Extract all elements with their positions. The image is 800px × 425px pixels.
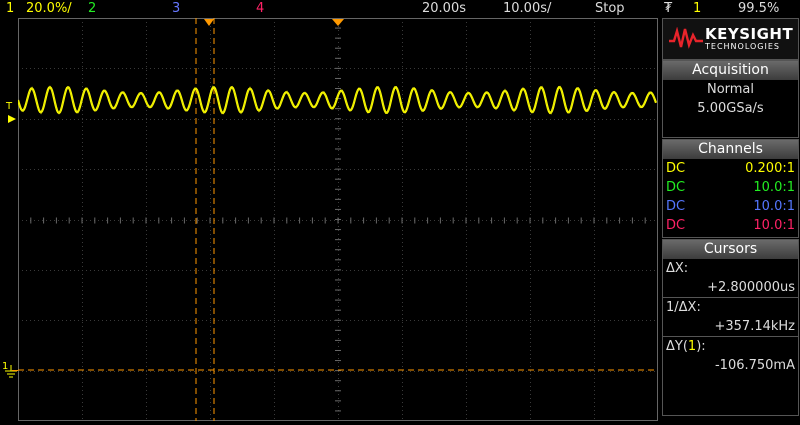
- cursor-dx-value-row: +2.800000us: [663, 278, 798, 297]
- cursor-dy-label-suffix: ):: [696, 339, 706, 354]
- cursor-dy-channel: 1: [687, 339, 697, 354]
- channel-probe-ratio: 0.200:1: [745, 161, 795, 176]
- channel-probe-ratio: 10.0:1: [753, 218, 795, 233]
- acquisition-rate: 5.00GSa/s: [697, 101, 764, 116]
- cursor-inv-value-row: +357.14kHz: [663, 317, 798, 336]
- channel-coupling: DC: [666, 199, 686, 214]
- time-delay[interactable]: 20.00s: [422, 1, 466, 17]
- brand-name: KEYSIGHT: [705, 25, 794, 43]
- channel-coupling: DC: [666, 180, 686, 195]
- trigger-level-marker[interactable]: T: [6, 102, 12, 112]
- channel-row-4[interactable]: DC 10.0:1: [663, 216, 798, 235]
- cursor-inv-dx-value: +357.14kHz: [714, 319, 795, 334]
- channel-row-1[interactable]: DC 0.200:1: [663, 159, 798, 178]
- channel-3-number[interactable]: 3: [172, 1, 180, 17]
- trigger-level[interactable]: 99.5%: [738, 1, 779, 17]
- cursor-y1-stub: [12, 370, 18, 371]
- acquisition-mode: Normal: [706, 82, 755, 97]
- run-state[interactable]: Stop: [595, 1, 625, 17]
- cursors-section[interactable]: Cursors ΔX: +2.800000us 1/ΔX: +357.14kHz…: [662, 239, 799, 416]
- channels-header[interactable]: Channels: [663, 140, 798, 159]
- channel-1-number[interactable]: 1: [6, 1, 14, 17]
- trigger-channel[interactable]: 1: [693, 1, 701, 17]
- cursor-dx-label: ΔX:: [666, 261, 689, 276]
- waveform-graticule: [16, 17, 659, 422]
- cursors-header[interactable]: Cursors: [663, 240, 798, 259]
- cursor-dy-value-row: -106.750mA: [663, 356, 798, 375]
- cursor-dy-label-row: ΔY(1):: [663, 337, 798, 356]
- channel-coupling: DC: [666, 218, 686, 233]
- channel-probe-ratio: 10.0:1: [753, 180, 795, 195]
- channel-row-2[interactable]: DC 10.0:1: [663, 178, 798, 197]
- channel-2-number[interactable]: 2: [88, 1, 96, 17]
- cursor-dy-label-prefix: ΔY(: [666, 339, 688, 354]
- brand-subtitle: TECHNOLOGIES: [705, 42, 780, 51]
- channels-section[interactable]: Channels DC 0.200:1 DC 10.0:1 DC 10.0:1 DC 10.0…: [662, 139, 799, 238]
- channel-probe-ratio: 10.0:1: [753, 199, 795, 214]
- trigger-edge-icon: ₮: [664, 1, 673, 16]
- cursor-dx-label-row: ΔX:: [663, 259, 798, 278]
- channel-1-offset-marker-icon[interactable]: [8, 114, 18, 124]
- cursor-dy-label: ΔY(1):: [666, 337, 706, 356]
- time-scale[interactable]: 10.00s/: [503, 1, 551, 17]
- channel-4-number[interactable]: 4: [256, 1, 264, 17]
- cursor-inv-label-row: 1/ΔX:: [663, 298, 798, 317]
- ground-icon[interactable]: [2, 364, 18, 380]
- side-panel: KEYSIGHT TECHNOLOGIES Acquisition Normal…: [660, 18, 800, 421]
- acquisition-header[interactable]: Acquisition: [663, 61, 798, 80]
- keysight-wave-icon: [669, 27, 703, 49]
- acquisition-section[interactable]: Acquisition Normal 5.00GSa/s: [662, 60, 799, 138]
- status-bar: 1 20.0%/ 2 3 4 20.00s 10.00s/ Stop ₮ 1 9…: [0, 0, 800, 18]
- channel-row-3[interactable]: DC 10.0:1: [663, 197, 798, 216]
- keysight-logo: KEYSIGHT TECHNOLOGIES: [662, 18, 799, 60]
- cursor-inv-dx-label: 1/ΔX:: [666, 300, 701, 315]
- waveform-display[interactable]: [16, 17, 659, 422]
- channel-coupling: DC: [666, 161, 686, 176]
- cursor-dx-value: +2.800000us: [707, 280, 795, 295]
- cursor-dy-value: -106.750mA: [714, 358, 795, 373]
- channel-1-scale[interactable]: 20.0%/: [26, 1, 72, 17]
